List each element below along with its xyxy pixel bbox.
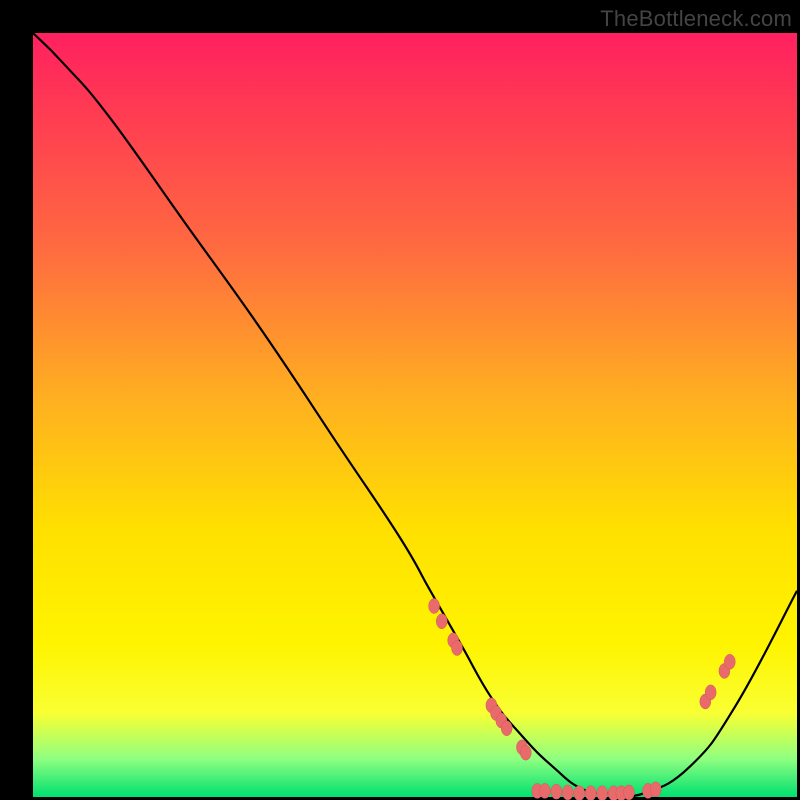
data-marker xyxy=(650,782,661,797)
data-marker xyxy=(597,786,608,800)
data-marker xyxy=(562,785,573,800)
data-marker xyxy=(574,786,585,800)
data-marker xyxy=(452,641,463,656)
data-marker xyxy=(539,783,550,798)
chart-frame: TheBottleneck.com xyxy=(0,0,800,800)
data-marker xyxy=(724,654,735,669)
data-marker xyxy=(623,785,634,800)
watermark-label: TheBottleneck.com xyxy=(600,6,792,32)
data-marker xyxy=(501,721,512,736)
bottleneck-curve xyxy=(33,33,797,796)
data-marker xyxy=(705,685,716,700)
data-marker xyxy=(551,784,562,799)
plot-area xyxy=(33,33,797,797)
data-marker xyxy=(585,786,596,800)
data-marker xyxy=(520,745,531,760)
data-marker xyxy=(429,599,440,614)
markers-group xyxy=(429,599,736,800)
plot-svg xyxy=(33,33,797,797)
data-marker xyxy=(436,614,447,629)
